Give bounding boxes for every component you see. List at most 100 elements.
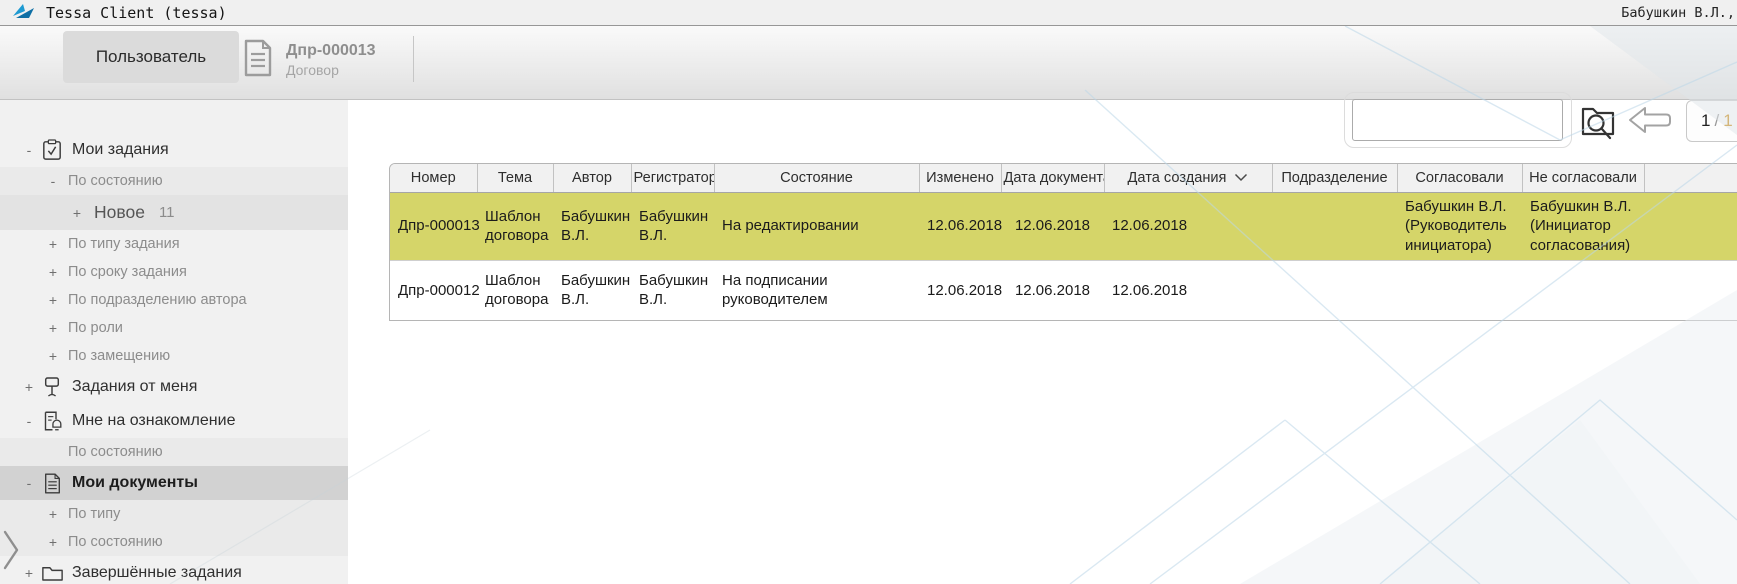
item-count-badge: 11 xyxy=(158,204,175,221)
table-cell xyxy=(1272,260,1397,320)
app-window: Tessa Client (tessa) Бабушкин В.Л., Поль… xyxy=(0,0,1737,584)
sidebar-item-label: По состоянию xyxy=(68,173,163,189)
sidebar: - Мои задания - По состоянию + Новое 11 + По тип… xyxy=(0,100,348,584)
collapse-icon[interactable]: - xyxy=(22,413,36,429)
sidebar-item-label: По роли xyxy=(68,320,123,336)
column-header[interactable]: Тема xyxy=(477,164,554,193)
column-header[interactable]: Состояние xyxy=(714,164,920,193)
column-header[interactable]: Согласовали xyxy=(1397,164,1523,193)
table-cell: 12.06.2018 xyxy=(1112,281,1188,299)
sidebar-tree: - Мои задания - По состоянию + Новое 11 + По тип… xyxy=(0,133,348,584)
sidebar-item[interactable]: + Завершённые задания xyxy=(0,556,348,584)
collapse-icon[interactable]: - xyxy=(22,475,36,491)
collapse-icon[interactable]: - xyxy=(46,173,60,189)
table-cell-filler xyxy=(1644,260,1737,320)
column-header[interactable]: Изменено xyxy=(919,164,1002,193)
sidebar-item[interactable]: - Мне на ознакомление xyxy=(0,404,348,438)
sidebar-item-label: По подразделению автора xyxy=(68,292,247,308)
sidebar-item-label: Задания от меня xyxy=(72,378,198,395)
table-cell: Дпр-000012 xyxy=(398,281,480,299)
sidebar-item-label: По состоянию xyxy=(68,534,163,550)
page-separator: / xyxy=(1714,111,1720,130)
search-input[interactable] xyxy=(1352,99,1563,141)
tab-document-subtitle: Договор xyxy=(286,62,339,79)
table-cell: Бабушкин В.Л. xyxy=(639,272,709,309)
collapse-icon[interactable]: - xyxy=(22,142,36,158)
expand-icon[interactable]: + xyxy=(46,264,60,280)
title-bar: Tessa Client (tessa) Бабушкин В.Л., xyxy=(0,0,1737,26)
column-header[interactable]: Дата документа xyxy=(1001,164,1105,193)
table-cell xyxy=(1397,260,1522,320)
table-cell xyxy=(1272,192,1397,260)
sidebar-item[interactable]: + По типу задания xyxy=(0,230,348,258)
sidebar-item-label: По замещению xyxy=(68,348,171,364)
table-cell: 12.06.2018 xyxy=(1014,281,1091,299)
table-cell-filler xyxy=(1644,192,1737,260)
expand-icon[interactable]: + xyxy=(22,565,36,581)
table-cell: Шаблон договора xyxy=(485,207,549,244)
document-icon xyxy=(40,472,64,494)
table-cell: Дпр-000013 xyxy=(398,217,480,235)
sidebar-item[interactable]: + По замещению xyxy=(0,342,348,370)
table-cell: Бабушкин В.Л. xyxy=(561,272,631,309)
sidebar-item[interactable]: + По состоянию xyxy=(0,528,348,556)
expand-icon[interactable]: + xyxy=(46,348,60,364)
doc-bell-icon xyxy=(40,410,64,432)
table-cell: 12.06.2018 xyxy=(927,281,1003,299)
sidebar-item[interactable]: + По роли xyxy=(0,314,348,342)
folder-search-button[interactable] xyxy=(1576,98,1620,147)
sidebar-expand-chevron[interactable] xyxy=(2,528,20,577)
expand-icon[interactable]: + xyxy=(46,320,60,336)
table-cell: 12.06.2018 xyxy=(1112,217,1188,235)
expand-icon[interactable]: + xyxy=(22,379,36,395)
sidebar-item[interactable]: + Новое 11 xyxy=(0,195,348,230)
column-header[interactable]: Номер xyxy=(390,164,478,193)
expand-icon[interactable]: + xyxy=(70,205,84,221)
table-row[interactable]: Дпр-000012 Шаблон договора Бабушкин В.Л. Ба… xyxy=(390,260,1737,320)
tab-bar: Пользователь Дпр-000013 Договор xyxy=(0,26,1737,100)
sidebar-item[interactable]: По состоянию xyxy=(0,438,348,466)
table-row[interactable]: Дпр-000013 Шаблон договора Бабушкин В.Л. Ба… xyxy=(390,192,1737,260)
table-cell: Бабушкин В.Л. (Руководитель инициатора) xyxy=(1405,198,1507,254)
back-button[interactable] xyxy=(1627,103,1673,140)
sidebar-item[interactable]: - По состоянию xyxy=(0,167,348,195)
sort-descending-icon xyxy=(1235,174,1248,182)
table-cell: Бабушкин В.Л. xyxy=(561,207,631,244)
signpost-icon xyxy=(40,376,64,398)
sidebar-item-label: Мне на ознакомление xyxy=(72,412,236,429)
expand-icon[interactable]: + xyxy=(46,236,60,252)
sidebar-item[interactable]: + По подразделению автора xyxy=(0,286,348,314)
expand-icon[interactable]: + xyxy=(46,534,60,550)
app-title: Tessa Client (tessa) xyxy=(46,4,227,22)
tab-document[interactable]: Дпр-000013 Договор xyxy=(243,33,376,87)
sidebar-item[interactable]: - Мои документы xyxy=(0,466,348,500)
results-table: Номер Тема Автор Регистратор Состояние Измене… xyxy=(389,163,1737,321)
tab-user-label: Пользователь xyxy=(95,47,207,66)
table-cell: 12.06.2018 xyxy=(927,217,1003,235)
page-current: 1 xyxy=(1701,111,1711,130)
column-header[interactable]: Автор xyxy=(553,164,632,193)
sidebar-item[interactable]: + Задания от меня xyxy=(0,370,348,404)
sidebar-item-label: По типу xyxy=(68,506,121,522)
tasks-icon xyxy=(40,139,64,161)
sidebar-item-label: Завершённые задания xyxy=(72,564,242,581)
sidebar-item[interactable]: + По типу xyxy=(0,500,348,528)
column-header[interactable]: Подразделение xyxy=(1272,164,1398,193)
column-header[interactable]: Не согласовали xyxy=(1522,164,1645,193)
column-header[interactable]: Регистратор xyxy=(631,164,715,193)
sidebar-item[interactable]: - Мои задания xyxy=(0,133,348,167)
column-header[interactable]: Дата создания xyxy=(1104,164,1273,193)
expand-icon[interactable]: + xyxy=(46,292,60,308)
tab-user[interactable]: Пользователь xyxy=(63,31,239,83)
sidebar-item[interactable]: + По сроку задания xyxy=(0,258,348,286)
page-indicator[interactable]: 1 / 1 xyxy=(1686,100,1737,142)
sidebar-item-label: Мои документы xyxy=(72,474,198,491)
current-user-name: Бабушкин В.Л., xyxy=(1621,5,1735,21)
document-icon xyxy=(243,39,273,82)
table-cell: На редактировании xyxy=(722,217,859,235)
folder-search-icon xyxy=(1576,107,1620,147)
table-cell: 12.06.2018 xyxy=(1014,217,1091,235)
table-cell: Шаблон договора xyxy=(485,272,549,309)
expand-icon[interactable]: + xyxy=(46,506,60,522)
table-cell: Бабушкин В.Л. xyxy=(639,207,709,244)
